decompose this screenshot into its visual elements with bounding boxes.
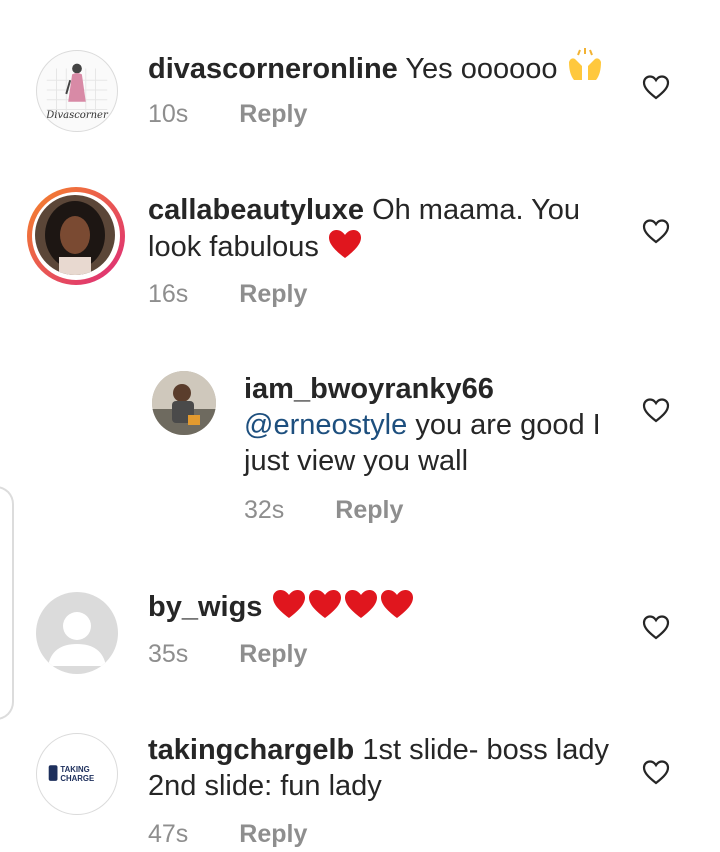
comment-emojis — [271, 590, 415, 623]
logo-line-2: CHARGE — [60, 774, 94, 783]
comment-item: callabeautyluxe Oh maama. You look fabul… — [0, 170, 720, 340]
mention-link[interactable]: @erneostyle — [244, 409, 407, 441]
heart-outline-icon[interactable] — [642, 74, 670, 100]
raising-hands-emoji-icon — [568, 48, 601, 80]
reply-comment-item: iam_bwoyranky66 @erneostyle you are good… — [0, 355, 720, 545]
comment-meta: 10s Reply — [148, 100, 307, 129]
reply-button[interactable]: Reply — [239, 280, 307, 309]
avatar-photo-icon — [152, 371, 216, 435]
heart-outline-icon[interactable] — [642, 759, 670, 785]
avatar[interactable] — [152, 371, 216, 435]
red-heart-emoji-icon — [380, 590, 413, 618]
avatar[interactable]: Divascorner — [36, 50, 118, 132]
comment-item: TAKING CHARGE takingchargelb 1st slide- … — [0, 715, 720, 852]
comment-timestamp: 35s — [148, 640, 189, 668]
heart-outline-icon[interactable] — [642, 397, 670, 423]
comment-username[interactable]: callabeautyluxe — [148, 194, 364, 226]
red-heart-emoji-icon — [328, 230, 361, 258]
comment-text: callabeautyluxe Oh maama. You look fabul… — [148, 192, 618, 265]
comment-text: divascorneronline Yes oooooo — [148, 48, 618, 87]
comment-username[interactable]: takingchargelb — [148, 734, 354, 766]
comment-meta: 16s Reply — [148, 280, 307, 309]
comment-text: takingchargelb 1st slide- boss lady 2nd … — [148, 732, 618, 804]
avatar[interactable] — [27, 187, 125, 285]
avatar-wordmark: Divascorner — [46, 110, 108, 121]
comment-text: iam_bwoyranky66 @erneostyle you are good… — [244, 371, 624, 479]
avatar-placeholder[interactable] — [36, 592, 118, 674]
avatar-story-gap — [32, 192, 120, 280]
default-user-icon — [48, 612, 106, 666]
comment-body: Yes oooooo — [405, 53, 558, 85]
avatar[interactable]: TAKING CHARGE — [36, 733, 118, 815]
red-heart-emoji-icon — [272, 590, 305, 618]
taking-charge-logo-icon: TAKING CHARGE — [48, 765, 94, 783]
comment-meta: 32s Reply — [244, 496, 403, 525]
comment-meta: 47s Reply — [148, 820, 307, 849]
comment-timestamp: 16s — [148, 280, 189, 308]
comment-username[interactable]: divascorneronline — [148, 53, 398, 85]
logo-line-1: TAKING — [60, 765, 89, 774]
avatar-photo-icon — [35, 195, 115, 275]
red-heart-emoji-icon — [308, 590, 341, 618]
heart-outline-icon[interactable] — [642, 614, 670, 640]
comment-timestamp: 47s — [148, 820, 189, 848]
reply-button[interactable]: Reply — [239, 820, 307, 849]
red-heart-emoji-icon — [344, 590, 377, 618]
reply-button[interactable]: Reply — [335, 496, 403, 525]
reply-button[interactable]: Reply — [239, 100, 307, 129]
comment-text: by_wigs — [148, 588, 618, 625]
reply-button[interactable]: Reply — [239, 640, 307, 669]
comment-timestamp: 10s — [148, 100, 189, 128]
heart-outline-icon[interactable] — [642, 218, 670, 244]
comment-timestamp: 32s — [244, 496, 285, 524]
comment-meta: 35s Reply — [148, 640, 307, 669]
comment-username[interactable]: by_wigs — [148, 591, 262, 623]
comment-item: Divascorner divascorneronline Yes oooooo… — [0, 0, 720, 170]
comment-username[interactable]: iam_bwoyranky66 — [244, 371, 624, 407]
comment-item: by_wigs 35s Reply — [0, 560, 720, 700]
